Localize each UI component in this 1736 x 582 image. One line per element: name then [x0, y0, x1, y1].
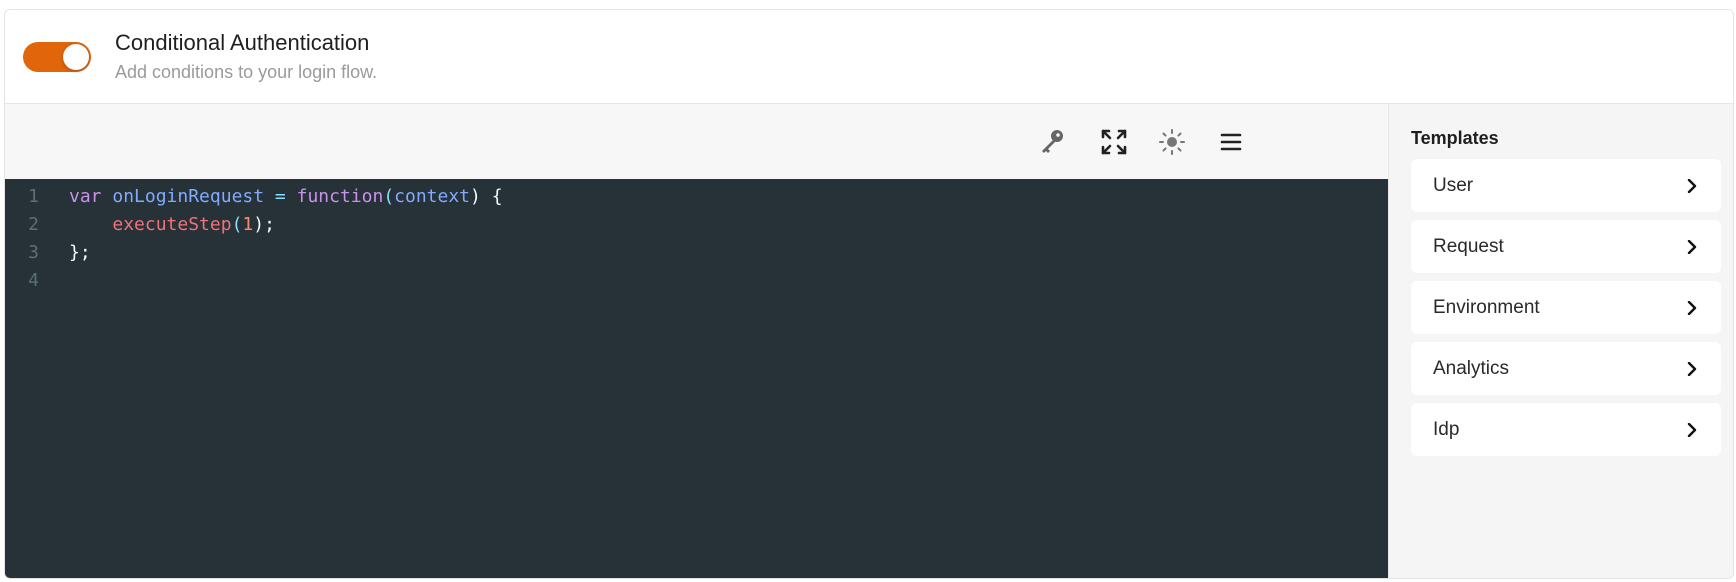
line-number: 3 [28, 241, 39, 263]
chevron-right-icon [1687, 300, 1697, 315]
code-line: 3 }; [5, 238, 1388, 266]
card-header: Conditional Authentication Add condition… [5, 10, 1733, 104]
script-editor: 1 var onLoginRequest = function(context)… [5, 104, 1388, 578]
code-line: 1 var onLoginRequest = function(context)… [5, 182, 1388, 210]
template-item-label: Analytics [1433, 357, 1510, 379]
template-item-request[interactable]: Request [1411, 220, 1721, 273]
line-number: 4 [28, 269, 39, 291]
template-item-label: Environment [1433, 296, 1540, 318]
key-icon[interactable] [1036, 126, 1068, 158]
template-item-user[interactable]: User [1411, 159, 1721, 212]
theme-sun-icon[interactable] [1156, 126, 1188, 158]
toggle-knob [63, 44, 89, 70]
template-item-idp[interactable]: Idp [1411, 403, 1721, 456]
menu-icon[interactable] [1215, 126, 1247, 158]
code-text: var onLoginRequest = function(context) { [69, 185, 503, 207]
chevron-right-icon [1687, 239, 1697, 254]
template-item-analytics[interactable]: Analytics [1411, 342, 1721, 395]
page-subtitle: Add conditions to your login flow. [115, 62, 378, 82]
line-number: 1 [28, 185, 39, 207]
line-number: 2 [28, 213, 39, 235]
fullscreen-icon[interactable] [1098, 126, 1130, 158]
templates-heading: Templates [1411, 128, 1499, 148]
code-text: }; [69, 241, 91, 263]
template-item-label: User [1433, 174, 1474, 196]
chevron-right-icon [1687, 422, 1697, 437]
page-title: Conditional Authentication [115, 30, 370, 55]
template-item-label: Request [1433, 235, 1504, 257]
template-item-environment[interactable]: Environment [1411, 281, 1721, 334]
editor-toolbar [5, 104, 1388, 179]
template-item-label: Idp [1433, 418, 1460, 440]
code-line: 4 [5, 266, 1388, 294]
chevron-right-icon [1687, 178, 1697, 193]
templates-panel: Templates User Request Environment Analy… [1388, 104, 1733, 578]
code-editor[interactable]: 1 var onLoginRequest = function(context)… [5, 179, 1388, 578]
conditional-auth-toggle[interactable] [23, 42, 91, 72]
chevron-right-icon [1687, 361, 1697, 376]
code-text: executeStep(1); [112, 213, 275, 235]
code-line: 2 executeStep(1); [5, 210, 1388, 238]
conditional-auth-card: Conditional Authentication Add condition… [4, 9, 1734, 579]
